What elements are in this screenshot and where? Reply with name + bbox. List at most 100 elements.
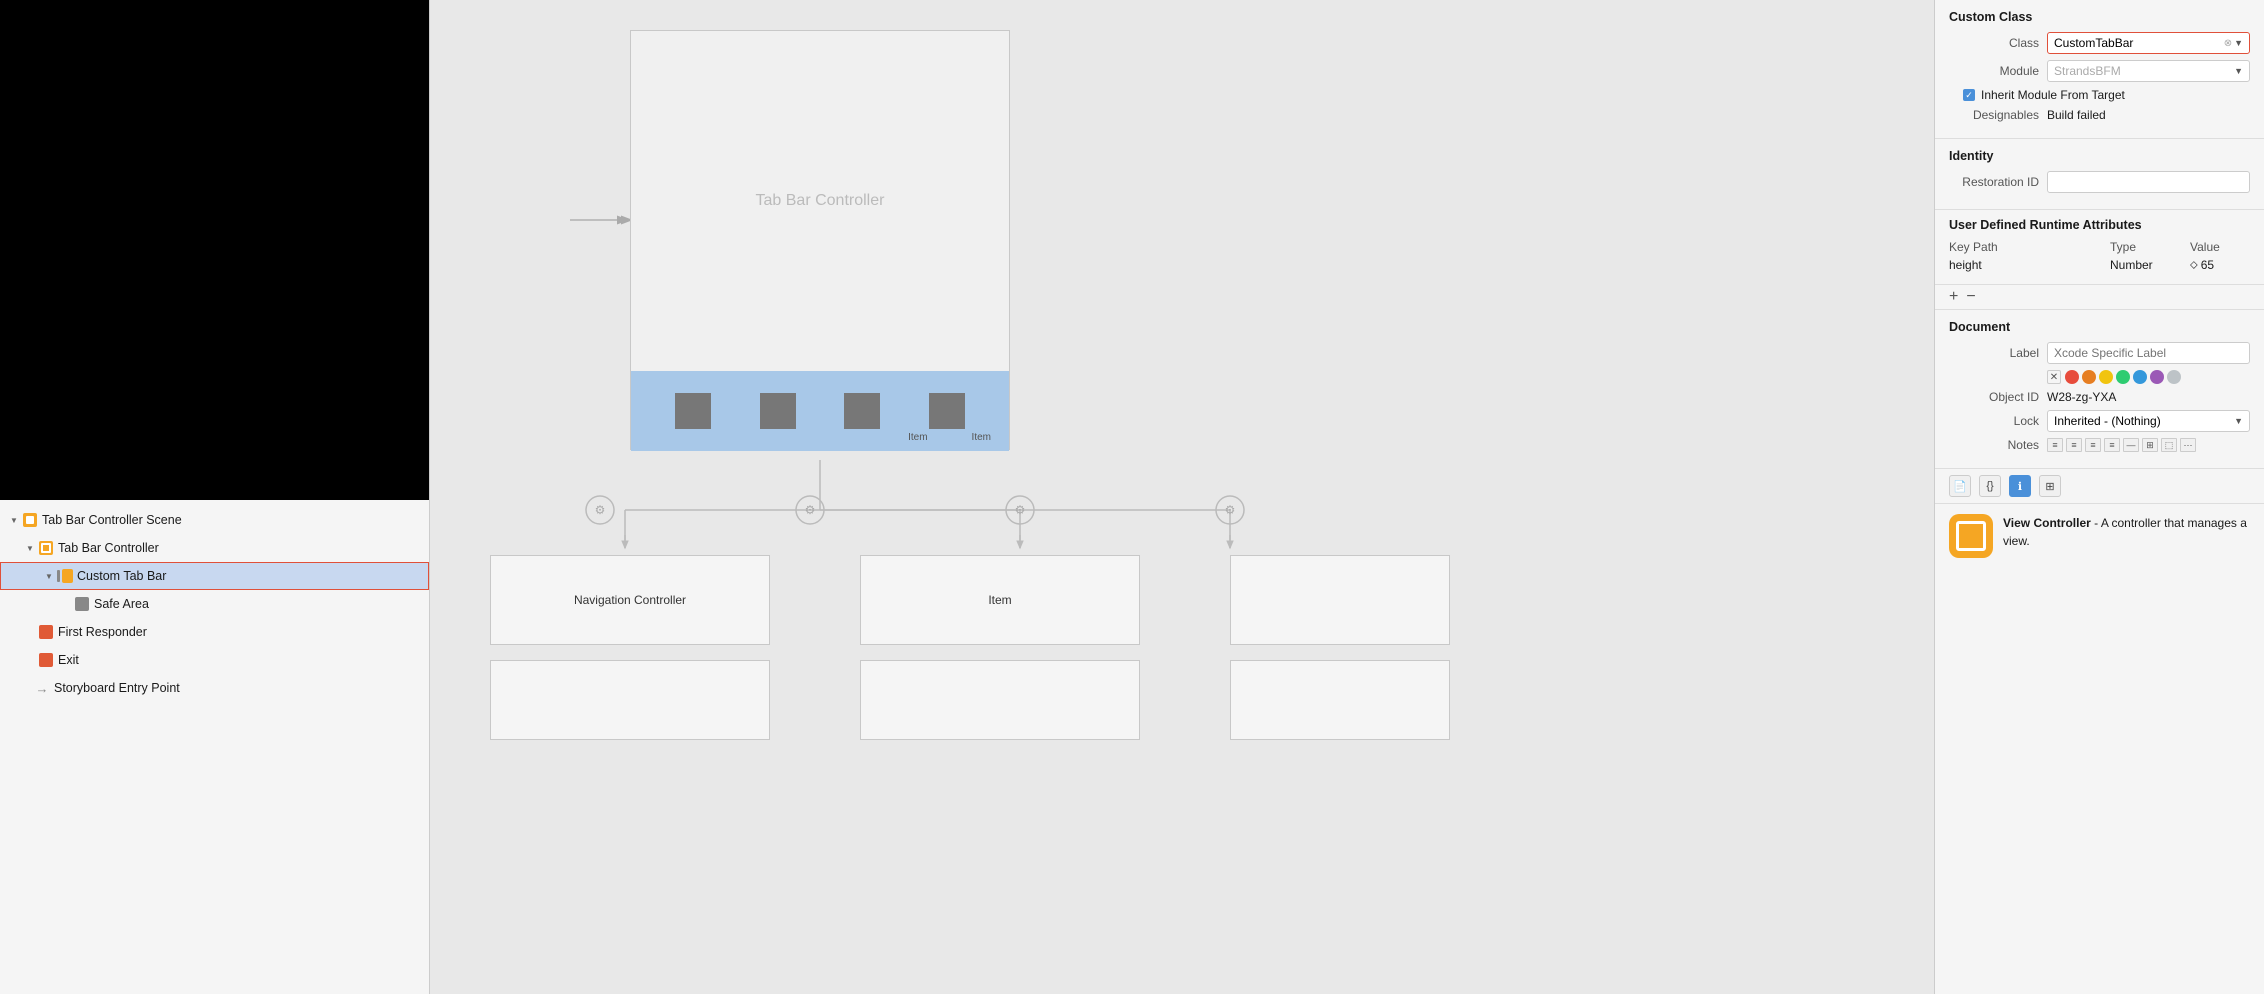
inherit-checkbox-label: Inherit Module From Target: [1981, 88, 2125, 102]
tree-item-storyboard-entry-point[interactable]: → Storyboard Entry Point: [0, 674, 429, 702]
exit-icon: [38, 652, 54, 668]
notes-align-center[interactable]: ≡: [2066, 438, 2082, 452]
notes-image-icon[interactable]: ⬚: [2161, 438, 2177, 452]
tree-item-tab-bar-controller-scene[interactable]: Tab Bar Controller Scene: [0, 506, 429, 534]
notes-align-justify[interactable]: ≡: [2104, 438, 2120, 452]
item-controller-label: Item: [988, 593, 1011, 607]
tab-bar-area: Item Item: [631, 371, 1009, 451]
notes-more[interactable]: ⋯: [2180, 438, 2196, 452]
module-dropdown-arrow[interactable]: ▼: [2234, 66, 2243, 76]
lock-value: Inherited - (Nothing): [2054, 414, 2161, 428]
customtabbar-icon: [57, 568, 73, 584]
toolbar-history-icon[interactable]: ⊞: [2039, 475, 2061, 497]
inherit-checkbox-row: Inherit Module From Target: [1949, 88, 2250, 102]
tree-item-safe-area[interactable]: Safe Area: [0, 590, 429, 618]
class-input[interactable]: CustomTabBar ⊗ ▼: [2047, 32, 2250, 54]
custom-class-section: Custom Class Class CustomTabBar ⊗ ▼ Modu…: [1935, 0, 2264, 139]
center-panel: ⚙ ⚙ ⚙ ⚙ Tab Bar: [430, 0, 1934, 994]
table-row-height[interactable]: height Number ⬦ 65: [1949, 258, 2250, 272]
identity-section: Identity Restoration ID: [1935, 139, 2264, 210]
svg-text:⚙: ⚙: [595, 503, 606, 517]
color-none-btn[interactable]: ✕: [2047, 370, 2061, 384]
preview-area: [0, 0, 429, 500]
tree-item-custom-tab-bar[interactable]: Custom Tab Bar: [0, 562, 429, 590]
tab-icon-4: [929, 393, 965, 429]
color-purple[interactable]: [2150, 370, 2164, 384]
scene-icon: [22, 512, 38, 528]
disclosure-customtabbar[interactable]: [43, 570, 55, 582]
tree-item-exit[interactable]: Exit: [0, 646, 429, 674]
toolbar-doc-icon[interactable]: 📄: [1949, 475, 1971, 497]
lock-dropdown-arrow[interactable]: ▼: [2234, 416, 2243, 426]
svg-text:⚙: ⚙: [1225, 503, 1236, 517]
class-label: Class: [1949, 36, 2039, 50]
add-attribute-btn[interactable]: +: [1949, 289, 1958, 305]
object-id-row: Object ID W28-zg-YXA: [1949, 390, 2250, 404]
label-input[interactable]: [2047, 342, 2250, 364]
notes-field-row: Notes ≡ ≡ ≡ ≡ — ⊞ ⬚ ⋯: [1949, 438, 2250, 452]
left-panel: Tab Bar Controller Scene Tab Bar Control…: [0, 0, 430, 994]
stepper-icon: ⬦: [2190, 259, 2198, 272]
canvas-area[interactable]: ⚙ ⚙ ⚙ ⚙ Tab Bar: [430, 0, 1934, 994]
table-header: Key Path Type Value: [1949, 240, 2250, 254]
toolbar-code-icon[interactable]: {}: [1979, 475, 2001, 497]
tree-item-first-responder[interactable]: First Responder: [0, 618, 429, 646]
vc-title: View Controller: [2003, 516, 2091, 530]
notes-label: Notes: [1949, 438, 2039, 452]
identity-header: Identity: [1949, 149, 2250, 163]
remove-attribute-btn[interactable]: −: [1966, 289, 1975, 305]
item-controller-box: Item: [860, 555, 1140, 645]
lock-dropdown[interactable]: Inherited - (Nothing) ▼: [2047, 410, 2250, 432]
designables-value: Build failed: [2047, 108, 2106, 122]
document-section: Document Label ✕ Object ID W28-zg-YXA Lo…: [1935, 310, 2264, 469]
customtabbar-label: Custom Tab Bar: [77, 569, 166, 583]
designables-row: Designables Build failed: [1949, 108, 2250, 122]
module-value: StrandsBFM: [2054, 64, 2121, 78]
notes-table-icon[interactable]: ⊞: [2142, 438, 2158, 452]
tab-label-item1: Item: [908, 432, 927, 443]
color-green[interactable]: [2116, 370, 2130, 384]
toolbar-info-icon[interactable]: ℹ: [2009, 475, 2031, 497]
label-field-label: Label: [1949, 346, 2039, 360]
disclosure-tabbar[interactable]: [24, 542, 36, 554]
notes-dash[interactable]: —: [2123, 438, 2139, 452]
safearea-icon: [74, 596, 90, 612]
entrypoint-label: Storyboard Entry Point: [54, 681, 180, 695]
lock-field-row: Lock Inherited - (Nothing) ▼: [1949, 410, 2250, 432]
sub-nav-box: [490, 660, 770, 740]
firstresponder-label: First Responder: [58, 625, 147, 639]
tabbar-icon: [38, 540, 54, 556]
disclosure-scene[interactable]: [8, 514, 20, 526]
class-dropdown-arrow[interactable]: ▼: [2234, 38, 2243, 48]
notes-icons: ≡ ≡ ≡ ≡ — ⊞ ⬚ ⋯: [2047, 438, 2196, 452]
color-yellow[interactable]: [2099, 370, 2113, 384]
scene-label: Tab Bar Controller Scene: [42, 513, 182, 527]
color-blue[interactable]: [2133, 370, 2147, 384]
color-orange[interactable]: [2082, 370, 2096, 384]
class-field-row: Class CustomTabBar ⊗ ▼: [1949, 32, 2250, 54]
color-gray[interactable]: [2167, 370, 2181, 384]
tab-icon-3: [844, 393, 880, 429]
notes-align-right[interactable]: ≡: [2085, 438, 2101, 452]
col-value: Value: [2190, 240, 2250, 254]
entrypoint-icon: →: [34, 680, 50, 696]
inherit-checkbox[interactable]: [1963, 89, 1975, 101]
tab-label-item2: Item: [972, 432, 991, 443]
module-input[interactable]: StrandsBFM ▼: [2047, 60, 2250, 82]
right-panel: Custom Class Class CustomTabBar ⊗ ▼ Modu…: [1934, 0, 2264, 994]
row-keypath: height: [1949, 258, 2110, 272]
nav-controller-label: Navigation Controller: [574, 593, 686, 607]
notes-align-left[interactable]: ≡: [2047, 438, 2063, 452]
class-clear-btn[interactable]: ⊗: [2224, 38, 2232, 49]
restoration-id-input[interactable]: [2047, 171, 2250, 193]
class-value: CustomTabBar: [2054, 36, 2133, 50]
item2-controller-box: [1230, 555, 1450, 645]
color-red[interactable]: [2065, 370, 2079, 384]
vc-description: View Controller - A controller that mana…: [2003, 514, 2250, 550]
object-id-label: Object ID: [1949, 390, 2039, 404]
tree-item-tab-bar-controller[interactable]: Tab Bar Controller: [0, 534, 429, 562]
row-type: Number: [2110, 258, 2190, 272]
restoration-id-label: Restoration ID: [1949, 175, 2039, 189]
scene-tree: Tab Bar Controller Scene Tab Bar Control…: [0, 500, 429, 994]
tab-bar-controller-title: Tab Bar Controller: [631, 31, 1009, 371]
